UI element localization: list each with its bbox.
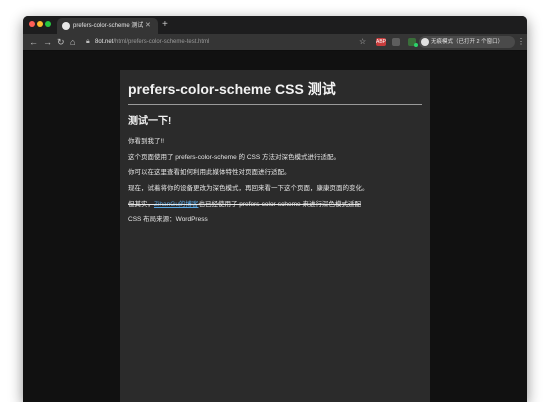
paragraph-description: 这个页面使用了 prefers-color-scheme 的 CSS 方法对深色… bbox=[128, 154, 340, 161]
title-divider bbox=[128, 104, 422, 105]
paragraph-note: 但其实，ZihanGu的博客也已经使用了 prefers-color-schem… bbox=[128, 200, 361, 209]
back-icon[interactable]: ← bbox=[29, 36, 38, 48]
reload-icon[interactable]: ↻ bbox=[57, 36, 65, 48]
tab-title: prefers-color-scheme 测试 - … bbox=[73, 23, 143, 29]
home-icon[interactable]: ⌂ bbox=[70, 36, 75, 48]
forward-icon[interactable]: → bbox=[43, 36, 52, 48]
address-bar[interactable]: 🔒︎ 8ot.net/html/prefers-color-scheme-tes… bbox=[84, 36, 374, 48]
url-text: 8ot.net/html/prefers-color-scheme-test.h… bbox=[95, 37, 209, 47]
paragraph-instructions: 现在，试着将你的设备更改为深色模式，再回来看一下这个页面，康康页面的变化。 bbox=[128, 185, 369, 192]
browser-toolbar: ← → ↻ ⌂ 🔒︎ 8ot.net/html/prefers-color-sc… bbox=[23, 34, 527, 51]
extension-badge-icon[interactable] bbox=[408, 38, 418, 47]
paragraph-credit: CSS 布局来源：WordPress bbox=[128, 216, 208, 223]
url-path: /html/prefers-color-scheme-test.html bbox=[113, 39, 210, 45]
blog-link[interactable]: ZihanGu的博客 bbox=[154, 201, 198, 208]
bookmark-star-icon[interactable]: ☆ bbox=[359, 36, 366, 48]
title-bar: prefers-color-scheme 测试 - … ✕ + bbox=[23, 16, 527, 34]
paragraph-seen: 你看到我了!! bbox=[128, 138, 165, 145]
close-window-button[interactable] bbox=[29, 21, 35, 27]
globe-icon bbox=[62, 22, 70, 30]
new-tab-icon[interactable]: + bbox=[162, 19, 168, 31]
paragraph-media-feature: 你可以在这里查看如何利用此媒体特性对页面进行适配。 bbox=[128, 169, 291, 176]
lock-icon: 🔒︎ bbox=[86, 38, 90, 45]
note-before: 但其实， bbox=[128, 201, 154, 208]
note-after: 也已经使用了 prefers-color-scheme 来进行深色模式适配 bbox=[198, 201, 361, 208]
extension-icon[interactable] bbox=[392, 38, 400, 46]
extension-status-dot bbox=[414, 43, 418, 47]
incognito-profile-button[interactable]: 无痕模式（已打开 2 个窗口） bbox=[419, 36, 515, 48]
url-host: 8ot.net bbox=[95, 39, 114, 45]
content-column: prefers-color-scheme CSS 测试 测试一下! 你看到我了!… bbox=[120, 70, 430, 402]
page-viewport: prefers-color-scheme CSS 测试 测试一下! 你看到我了!… bbox=[23, 51, 527, 402]
adblock-extension-icon[interactable]: ABP bbox=[376, 38, 386, 46]
browser-tab[interactable]: prefers-color-scheme 测试 - … ✕ bbox=[57, 18, 158, 34]
incognito-icon bbox=[421, 38, 429, 46]
zoom-window-button[interactable] bbox=[45, 21, 51, 27]
section-heading: 测试一下! bbox=[128, 116, 172, 127]
incognito-label: 无痕模式（已打开 2 个窗口） bbox=[431, 39, 504, 45]
browser-window: prefers-color-scheme 测试 - … ✕ + ← → ↻ ⌂ … bbox=[23, 16, 527, 402]
extension-label: ABP bbox=[376, 39, 387, 45]
page-title: prefers-color-scheme CSS 测试 bbox=[128, 81, 336, 97]
minimize-window-button[interactable] bbox=[37, 21, 43, 27]
tab-close-icon[interactable]: ✕ bbox=[145, 21, 151, 31]
more-menu-icon[interactable]: ⋮ bbox=[517, 36, 525, 48]
